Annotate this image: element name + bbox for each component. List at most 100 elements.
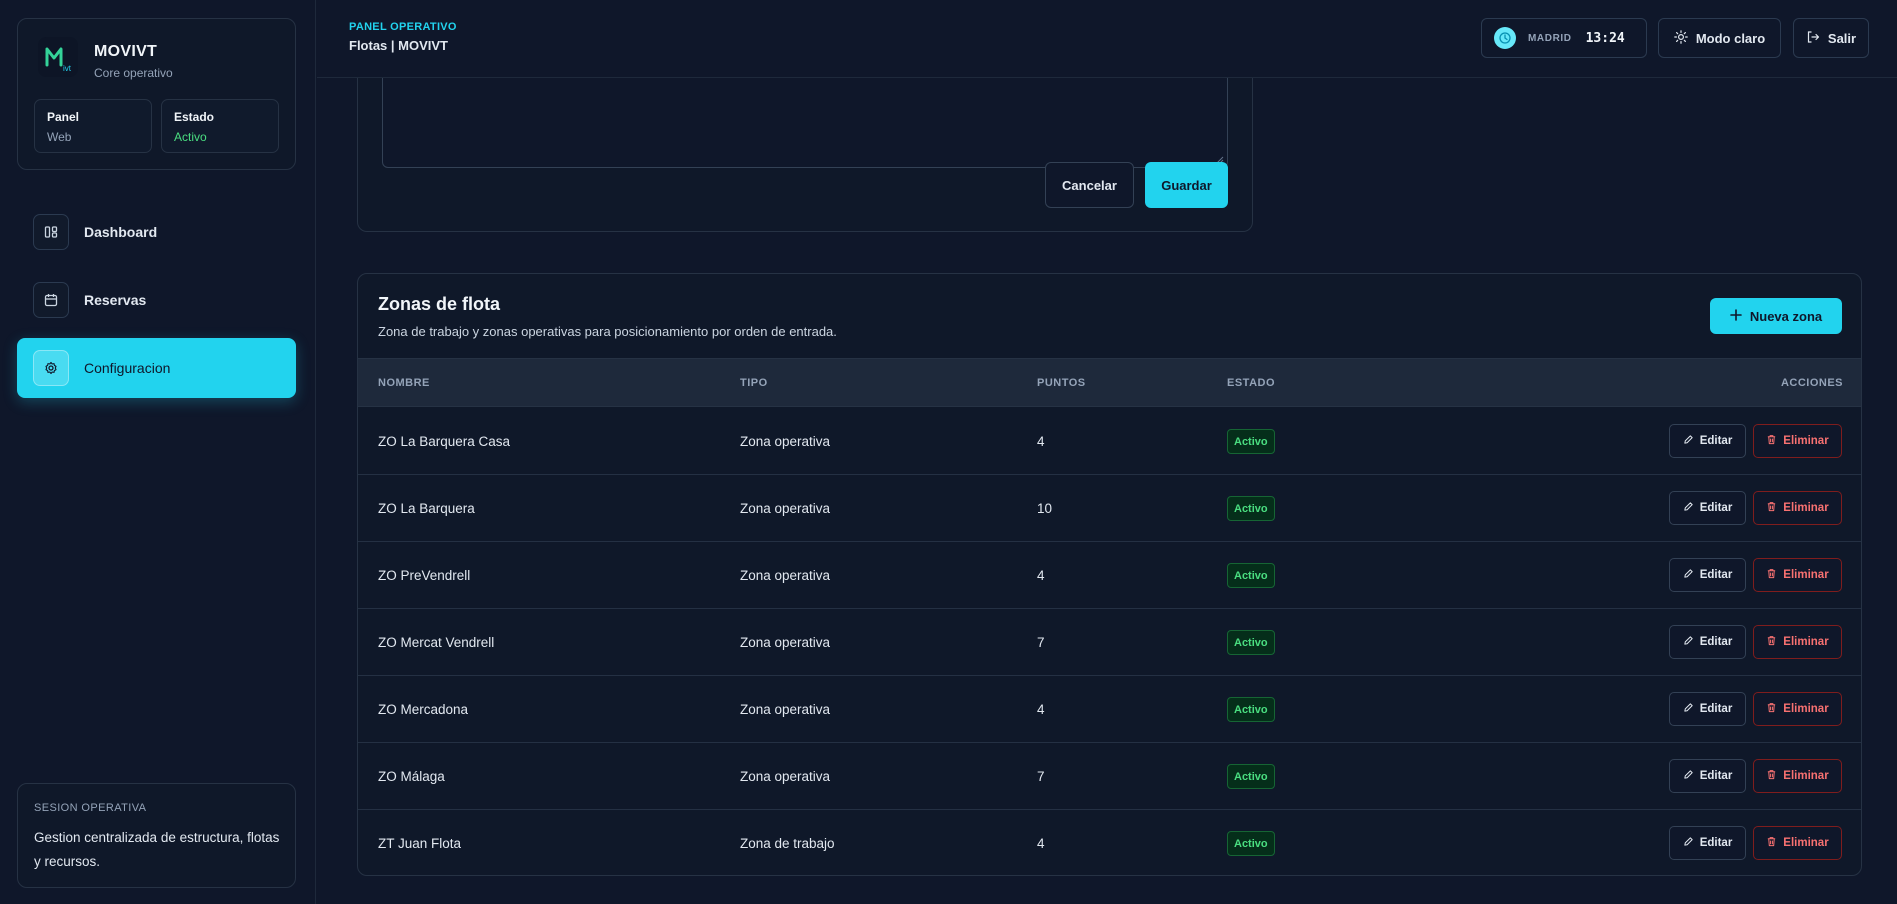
delete-button[interactable]: Eliminar [1753, 491, 1842, 525]
column-header-estado: ESTADO [1227, 377, 1276, 389]
sidebar-item-configuracion[interactable]: Configuracion [17, 338, 296, 398]
delete-label: Eliminar [1783, 502, 1829, 514]
gear-icon [33, 350, 69, 386]
table-header: NOMBRE TIPO PUNTOS ESTADO ACCIONES [358, 358, 1861, 407]
edit-label: Editar [1699, 770, 1733, 782]
edit-button[interactable]: Editar [1669, 759, 1746, 793]
logout-icon [1806, 30, 1820, 47]
notes-textarea[interactable] [382, 78, 1228, 168]
status-badge: Activo [1227, 563, 1275, 588]
logout-label: Salir [1827, 30, 1857, 46]
zone-points: 7 [1037, 635, 1045, 650]
panel-value: Web [47, 130, 72, 144]
estado-card: Estado Activo [161, 99, 279, 153]
page-title: Flotas | MOVIVT [349, 38, 448, 53]
table-row: ZO La Barquera Zona operativa 10 Activo Edit… [358, 475, 1861, 542]
zones-subtitle: Zona de trabajo y zonas operativas para … [378, 324, 837, 339]
zone-form-card: Cancelar Guardar [357, 78, 1253, 232]
edit-button[interactable]: Editar [1669, 424, 1746, 458]
trash-icon [1766, 702, 1777, 716]
edit-button[interactable]: Editar [1669, 491, 1746, 525]
zone-name: ZO La Barquera Casa [378, 434, 511, 449]
clock-city: MADRID [1528, 32, 1572, 44]
trash-icon [1766, 836, 1777, 850]
trash-icon [1766, 501, 1777, 515]
zones-card: Zonas de flota Zona de trabajo y zonas o… [357, 273, 1862, 876]
zone-name: ZO Mercat Vendrell [378, 635, 495, 650]
theme-toggle-label: Modo claro [1695, 30, 1766, 46]
delete-label: Eliminar [1783, 703, 1829, 715]
table-row: ZO Mercadona Zona operativa 4 Activo Editar E… [358, 676, 1861, 743]
brand-title: MOVIVT [94, 43, 158, 60]
edit-button[interactable]: Editar [1669, 692, 1746, 726]
edit-label: Editar [1699, 636, 1733, 648]
zone-name: ZT Juan Flota [378, 836, 462, 851]
edit-button[interactable]: Editar [1669, 558, 1746, 592]
trash-icon [1766, 769, 1777, 783]
edit-button[interactable]: Editar [1669, 625, 1746, 659]
zone-points: 4 [1037, 836, 1045, 851]
logout-button[interactable]: Salir [1793, 18, 1869, 58]
panel-label: Panel [47, 110, 80, 124]
delete-button[interactable]: Eliminar [1753, 759, 1842, 793]
delete-button[interactable]: Eliminar [1753, 424, 1842, 458]
sidebar-item-dashboard[interactable]: Dashboard [17, 202, 296, 262]
edit-label: Editar [1699, 569, 1733, 581]
pencil-icon [1683, 836, 1694, 850]
pencil-icon [1683, 434, 1694, 448]
svg-text:ivt: ivt [63, 64, 72, 73]
zone-points: 4 [1037, 568, 1045, 583]
table-row: ZO Mercat Vendrell Zona operativa 7 Activo E… [358, 609, 1861, 676]
page-overline: PANEL OPERATIVO [349, 21, 457, 33]
status-badge: Activo [1227, 496, 1275, 521]
zone-type: Zona operativa [740, 434, 831, 449]
zone-points: 4 [1037, 702, 1045, 717]
delete-button[interactable]: Eliminar [1753, 826, 1842, 860]
pencil-icon [1683, 769, 1694, 783]
trash-icon [1766, 434, 1777, 448]
pencil-icon [1683, 702, 1694, 716]
pencil-icon [1683, 635, 1694, 649]
column-header-nombre: NOMBRE [378, 377, 430, 389]
zones-title: Zonas de flota [378, 294, 501, 314]
sidebar-item-reservas[interactable]: Reservas [17, 270, 296, 330]
sidebar-item-label: Dashboard [84, 224, 158, 240]
status-badge: Activo [1227, 630, 1275, 655]
session-title: SESION OPERATIVA [34, 802, 147, 814]
zone-points: 10 [1037, 501, 1053, 516]
movivt-logo: ivt [38, 37, 78, 77]
topbar: PANEL OPERATIVO Flotas | MOVIVT MADRID 1… [317, 0, 1897, 78]
delete-button[interactable]: Eliminar [1753, 625, 1842, 659]
cancel-button[interactable]: Cancelar [1045, 162, 1134, 208]
session-description: Gestion centralizada de estructura, flot… [34, 830, 280, 869]
zone-type: Zona de trabajo [740, 836, 835, 851]
status-badge: Activo [1227, 764, 1275, 789]
zone-type: Zona operativa [740, 635, 831, 650]
clock-time: 13:24 [1585, 30, 1625, 46]
edit-button[interactable]: Editar [1669, 826, 1746, 860]
session-card: SESION OPERATIVA Gestion centralizada de… [17, 783, 296, 888]
delete-button[interactable]: Eliminar [1753, 558, 1842, 592]
clock-widget: MADRID 13:24 [1481, 18, 1647, 58]
trash-icon [1766, 635, 1777, 649]
sidebar-item-label: Configuracion [84, 360, 171, 376]
edit-label: Editar [1699, 703, 1733, 715]
calendar-icon [33, 282, 69, 318]
plus-icon [1730, 308, 1742, 324]
estado-label: Estado [174, 110, 215, 124]
delete-label: Eliminar [1783, 837, 1829, 849]
delete-button[interactable]: Eliminar [1753, 692, 1842, 726]
layout-columns-icon [33, 214, 69, 250]
zone-name: ZO Mercadona [378, 702, 469, 717]
edit-label: Editar [1699, 837, 1733, 849]
zone-type: Zona operativa [740, 568, 831, 583]
save-button[interactable]: Guardar [1145, 162, 1228, 208]
pencil-icon [1683, 568, 1694, 582]
sidebar: ivt MOVIVT Core operativo Panel Web Esta… [0, 0, 316, 904]
column-header-puntos: PUNTOS [1037, 377, 1086, 389]
trash-icon [1766, 568, 1777, 582]
zone-points: 4 [1037, 434, 1045, 449]
status-badge: Activo [1227, 429, 1275, 454]
new-zone-button[interactable]: Nueva zona [1710, 298, 1842, 334]
theme-toggle-button[interactable]: Modo claro [1658, 18, 1781, 58]
